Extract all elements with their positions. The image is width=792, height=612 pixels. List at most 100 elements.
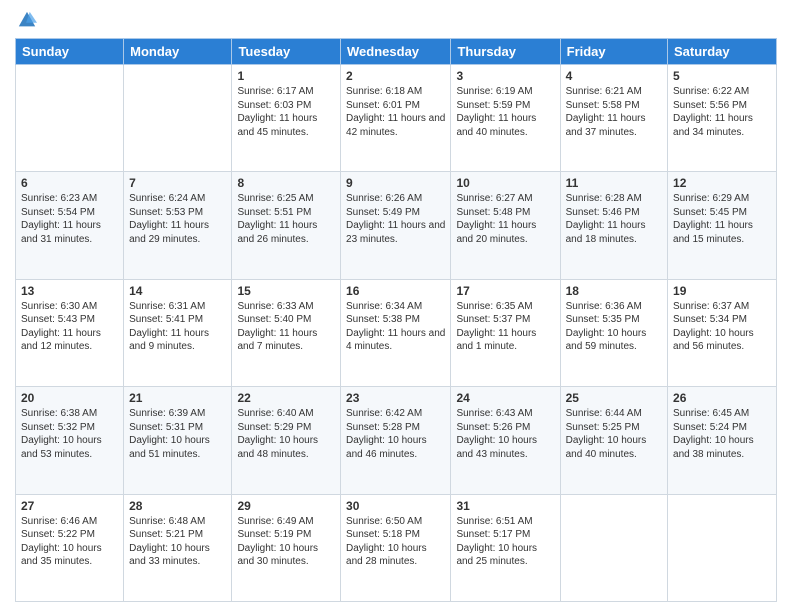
calendar-week-row: 27 Sunrise: 6:46 AM Sunset: 5:22 PM Dayli… <box>16 494 777 601</box>
day-info: Sunrise: 6:38 AM Sunset: 5:32 PM Dayligh… <box>21 407 118 461</box>
logo-icon <box>17 10 37 30</box>
day-number: 2 <box>346 69 445 83</box>
day-info: Sunrise: 6:25 AM Sunset: 5:51 PM Dayligh… <box>237 192 335 246</box>
calendar-cell <box>16 65 124 172</box>
day-number: 1 <box>237 69 335 83</box>
day-info: Sunrise: 6:21 AM Sunset: 5:58 PM Dayligh… <box>566 85 662 139</box>
weekday-header-monday: Monday <box>124 39 232 65</box>
calendar-cell <box>668 494 777 601</box>
weekday-header-friday: Friday <box>560 39 667 65</box>
calendar-week-row: 20 Sunrise: 6:38 AM Sunset: 5:32 PM Dayli… <box>16 387 777 494</box>
weekday-header-row: SundayMondayTuesdayWednesdayThursdayFrid… <box>16 39 777 65</box>
calendar-cell: 23Sunrise: 6:42 AM Sunset: 5:28 PM Dayli… <box>341 387 451 494</box>
calendar-week-row: 13 Sunrise: 6:30 AM Sunset: 5:43 PM Dayli… <box>16 279 777 386</box>
weekday-header-wednesday: Wednesday <box>341 39 451 65</box>
calendar-cell: 4 Sunrise: 6:21 AM Sunset: 5:58 PM Daylig… <box>560 65 667 172</box>
calendar-cell: 3 Sunrise: 6:19 AM Sunset: 5:59 PM Daylig… <box>451 65 560 172</box>
calendar-cell: 29 Sunrise: 6:49 AM Sunset: 5:19 PM Dayli… <box>232 494 341 601</box>
day-info: Sunrise: 6:34 AM Sunset: 5:38 PM Dayligh… <box>346 300 445 354</box>
day-number: 12 <box>673 176 771 190</box>
weekday-header-sunday: Sunday <box>16 39 124 65</box>
calendar-cell <box>560 494 667 601</box>
calendar-table: SundayMondayTuesdayWednesdayThursdayFrid… <box>15 38 777 602</box>
calendar-cell: 16 Sunrise: 6:34 AM Sunset: 5:38 PM Dayli… <box>341 279 451 386</box>
day-info: Sunrise: 6:29 AM Sunset: 5:45 PM Dayligh… <box>673 192 771 246</box>
day-info: Sunrise: 6:24 AM Sunset: 5:53 PM Dayligh… <box>129 192 226 246</box>
calendar-cell: 5Sunrise: 6:22 AM Sunset: 5:56 PM Daylig… <box>668 65 777 172</box>
day-info: Sunrise: 6:51 AM Sunset: 5:17 PM Dayligh… <box>456 515 554 569</box>
day-info: Sunrise: 6:45 AM Sunset: 5:24 PM Dayligh… <box>673 407 771 461</box>
header <box>15 10 777 30</box>
day-info: Sunrise: 6:30 AM Sunset: 5:43 PM Dayligh… <box>21 300 118 354</box>
day-number: 6 <box>21 176 118 190</box>
day-info: Sunrise: 6:22 AM Sunset: 5:56 PM Dayligh… <box>673 85 771 139</box>
day-number: 8 <box>237 176 335 190</box>
day-info: Sunrise: 6:27 AM Sunset: 5:48 PM Dayligh… <box>456 192 554 246</box>
logo <box>15 10 37 30</box>
calendar-cell: 15 Sunrise: 6:33 AM Sunset: 5:40 PM Dayli… <box>232 279 341 386</box>
day-info: Sunrise: 6:19 AM Sunset: 5:59 PM Dayligh… <box>456 85 554 139</box>
weekday-header-thursday: Thursday <box>451 39 560 65</box>
calendar-cell <box>124 65 232 172</box>
day-number: 9 <box>346 176 445 190</box>
day-number: 17 <box>456 284 554 298</box>
day-number: 13 <box>21 284 118 298</box>
calendar-cell: 21Sunrise: 6:39 AM Sunset: 5:31 PM Dayli… <box>124 387 232 494</box>
calendar-cell: 20 Sunrise: 6:38 AM Sunset: 5:32 PM Dayli… <box>16 387 124 494</box>
calendar-week-row: 1Sunrise: 6:17 AM Sunset: 6:03 PM Daylig… <box>16 65 777 172</box>
calendar-cell: 17Sunrise: 6:35 AM Sunset: 5:37 PM Dayli… <box>451 279 560 386</box>
day-info: Sunrise: 6:43 AM Sunset: 5:26 PM Dayligh… <box>456 407 554 461</box>
calendar-cell: 18 Sunrise: 6:36 AM Sunset: 5:35 PM Dayli… <box>560 279 667 386</box>
day-info: Sunrise: 6:18 AM Sunset: 6:01 PM Dayligh… <box>346 85 445 139</box>
day-number: 16 <box>346 284 445 298</box>
day-number: 3 <box>456 69 554 83</box>
day-number: 7 <box>129 176 226 190</box>
calendar-cell: 13 Sunrise: 6:30 AM Sunset: 5:43 PM Dayli… <box>16 279 124 386</box>
calendar-cell: 11 Sunrise: 6:28 AM Sunset: 5:46 PM Dayli… <box>560 172 667 279</box>
day-number: 4 <box>566 69 662 83</box>
weekday-header-saturday: Saturday <box>668 39 777 65</box>
day-info: Sunrise: 6:23 AM Sunset: 5:54 PM Dayligh… <box>21 192 118 246</box>
day-number: 27 <box>21 499 118 513</box>
calendar-cell: 22Sunrise: 6:40 AM Sunset: 5:29 PM Dayli… <box>232 387 341 494</box>
calendar-cell: 28 Sunrise: 6:48 AM Sunset: 5:21 PM Dayli… <box>124 494 232 601</box>
calendar-cell: 12 Sunrise: 6:29 AM Sunset: 5:45 PM Dayli… <box>668 172 777 279</box>
day-number: 30 <box>346 499 445 513</box>
weekday-header-tuesday: Tuesday <box>232 39 341 65</box>
day-info: Sunrise: 6:46 AM Sunset: 5:22 PM Dayligh… <box>21 515 118 569</box>
calendar-cell: 26Sunrise: 6:45 AM Sunset: 5:24 PM Dayli… <box>668 387 777 494</box>
day-number: 19 <box>673 284 771 298</box>
day-number: 15 <box>237 284 335 298</box>
day-number: 31 <box>456 499 554 513</box>
day-info: Sunrise: 6:33 AM Sunset: 5:40 PM Dayligh… <box>237 300 335 354</box>
day-info: Sunrise: 6:49 AM Sunset: 5:19 PM Dayligh… <box>237 515 335 569</box>
calendar-cell: 14Sunrise: 6:31 AM Sunset: 5:41 PM Dayli… <box>124 279 232 386</box>
day-number: 28 <box>129 499 226 513</box>
day-info: Sunrise: 6:37 AM Sunset: 5:34 PM Dayligh… <box>673 300 771 354</box>
day-info: Sunrise: 6:50 AM Sunset: 5:18 PM Dayligh… <box>346 515 445 569</box>
day-number: 10 <box>456 176 554 190</box>
calendar-cell: 10 Sunrise: 6:27 AM Sunset: 5:48 PM Dayli… <box>451 172 560 279</box>
day-number: 14 <box>129 284 226 298</box>
day-info: Sunrise: 6:36 AM Sunset: 5:35 PM Dayligh… <box>566 300 662 354</box>
day-info: Sunrise: 6:28 AM Sunset: 5:46 PM Dayligh… <box>566 192 662 246</box>
calendar-cell: 7 Sunrise: 6:24 AM Sunset: 5:53 PM Daylig… <box>124 172 232 279</box>
page: SundayMondayTuesdayWednesdayThursdayFrid… <box>0 0 792 612</box>
calendar-cell: 27 Sunrise: 6:46 AM Sunset: 5:22 PM Dayli… <box>16 494 124 601</box>
calendar-cell: 8 Sunrise: 6:25 AM Sunset: 5:51 PM Daylig… <box>232 172 341 279</box>
day-info: Sunrise: 6:40 AM Sunset: 5:29 PM Dayligh… <box>237 407 335 461</box>
calendar-cell: 30 Sunrise: 6:50 AM Sunset: 5:18 PM Dayli… <box>341 494 451 601</box>
day-info: Sunrise: 6:48 AM Sunset: 5:21 PM Dayligh… <box>129 515 226 569</box>
day-info: Sunrise: 6:42 AM Sunset: 5:28 PM Dayligh… <box>346 407 445 461</box>
day-number: 25 <box>566 391 662 405</box>
day-number: 11 <box>566 176 662 190</box>
day-number: 24 <box>456 391 554 405</box>
day-number: 21 <box>129 391 226 405</box>
calendar-cell: 31 Sunrise: 6:51 AM Sunset: 5:17 PM Dayli… <box>451 494 560 601</box>
day-info: Sunrise: 6:44 AM Sunset: 5:25 PM Dayligh… <box>566 407 662 461</box>
day-info: Sunrise: 6:26 AM Sunset: 5:49 PM Dayligh… <box>346 192 445 246</box>
day-number: 18 <box>566 284 662 298</box>
day-number: 20 <box>21 391 118 405</box>
calendar-cell: 6 Sunrise: 6:23 AM Sunset: 5:54 PM Daylig… <box>16 172 124 279</box>
day-number: 29 <box>237 499 335 513</box>
